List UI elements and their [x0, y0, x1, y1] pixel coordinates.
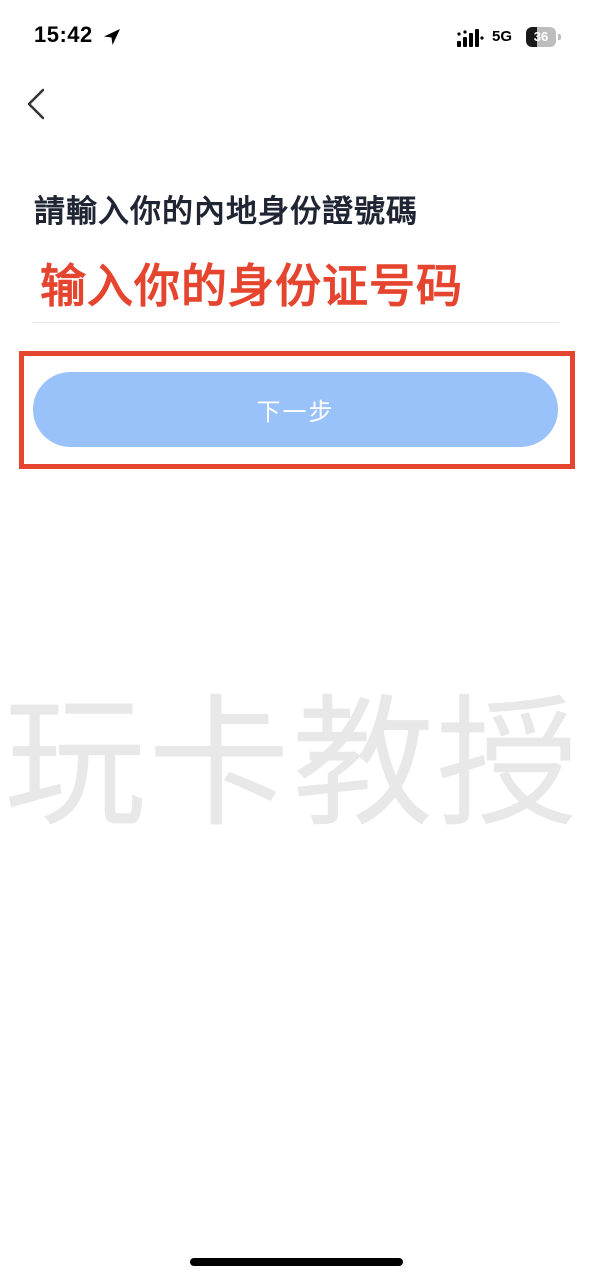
battery-level: 36	[533, 29, 549, 44]
page-title: 請輸入你的內地身份證號碼	[34, 194, 418, 230]
status-time: 15:42	[34, 22, 93, 47]
cellular-signal-icon	[457, 29, 484, 47]
home-indicator[interactable]	[190, 1258, 403, 1266]
location-arrow-icon	[104, 29, 120, 45]
battery-icon: 36	[526, 27, 562, 47]
next-step-button[interactable]: 下一步	[33, 372, 558, 447]
status-bar: 15:42 5G 36	[0, 0, 591, 76]
annotation-text: 输入你的身份证号码	[40, 259, 463, 313]
battery-body: 36	[526, 27, 556, 47]
chevron-left-icon	[27, 88, 45, 120]
battery-cap	[558, 34, 561, 40]
back-button[interactable]	[16, 82, 60, 126]
network-type: 5G	[492, 28, 513, 45]
watermark-text: 玩卡教授	[4, 682, 580, 847]
id-entry-screen: 15:42 5G 36 請輸入你的內地身份證號碼 输入你的身份证号码 下一步 玩…	[0, 0, 591, 1280]
